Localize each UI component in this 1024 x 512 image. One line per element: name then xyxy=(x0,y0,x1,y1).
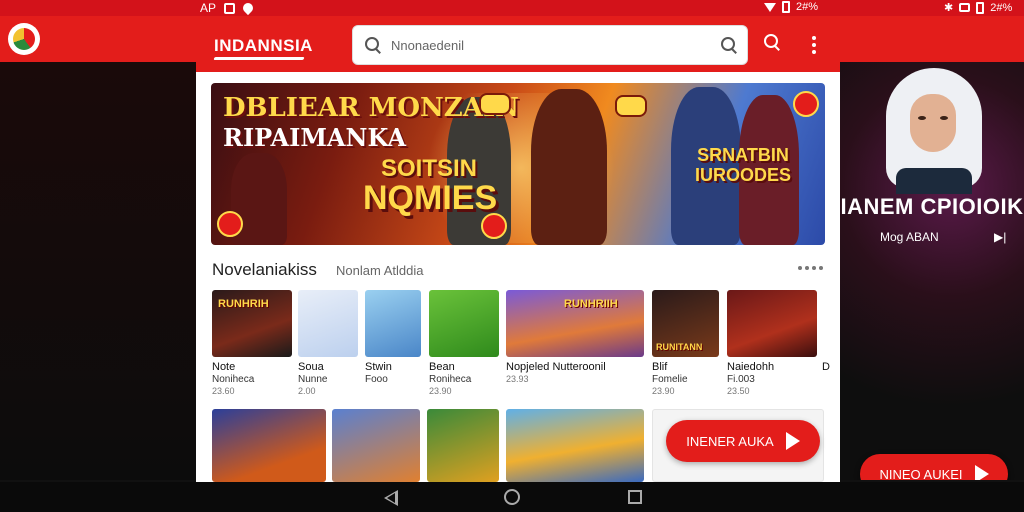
app-logo-icon[interactable] xyxy=(8,23,40,55)
status-carrier: AP xyxy=(200,1,217,15)
game-tile[interactable] xyxy=(332,409,420,482)
side-promo: IANEM CPIOIOIK Mog ABAN ▶| NINEO AUKEI xyxy=(840,62,1024,480)
battery-icon xyxy=(782,1,790,13)
game-name: Soua xyxy=(298,361,324,373)
game-name: Bean xyxy=(429,361,455,373)
search-icon xyxy=(365,37,381,53)
side-promo-title: IANEM CPIOIOIK xyxy=(840,194,1024,219)
side-promo-button-label: NINEO AUKEI xyxy=(879,466,963,481)
presenter-image xyxy=(886,68,982,194)
status-battery-text-right: 2#% xyxy=(990,1,1013,14)
speech-bubble-1 xyxy=(479,93,511,115)
game-tile[interactable] xyxy=(429,290,499,357)
app-window: INDANNSIA Nnonaedenil DBLIEAR MONZAIN RI… xyxy=(196,16,840,482)
status-bar: AP 2#% ✱ 2#% xyxy=(0,0,1024,16)
app-header: INDANNSIA Nnonaedenil xyxy=(196,16,840,72)
game-tile[interactable]: RUNITANN xyxy=(652,290,719,357)
side-promo-button[interactable]: NINEO AUKEI xyxy=(860,454,1008,480)
game-size: 23.90 xyxy=(429,386,452,396)
game-size: 23.93 xyxy=(506,374,529,384)
side-promo-subtitle: Mog ABAN xyxy=(880,230,939,244)
section-more-icon[interactable] xyxy=(798,266,823,270)
logo-swoosh xyxy=(213,57,305,60)
bluetooth-icon: ✱ xyxy=(944,2,954,14)
more-options-icon[interactable] xyxy=(812,36,816,54)
section-title: Novelaniakiss xyxy=(212,260,317,279)
banner-hero-3 xyxy=(531,89,607,245)
game-tile[interactable]: RUNHRIH xyxy=(212,290,292,357)
back-icon[interactable] xyxy=(384,490,398,506)
game-tile[interactable] xyxy=(365,290,421,357)
header-search-icon[interactable] xyxy=(764,34,780,50)
game-name: Note xyxy=(212,361,236,373)
banner-center-line2: NQMIES xyxy=(363,179,498,217)
home-icon[interactable] xyxy=(504,489,520,505)
game-subtitle: Fomelie xyxy=(652,374,688,385)
game-name: Nopjeled Nutteroonil xyxy=(506,361,606,373)
game-size: 2.00 xyxy=(298,386,316,396)
banner-title-line1: DBLIEAR MONZAIN xyxy=(223,93,519,123)
banner-right-text: SRNATBIN IUROODES xyxy=(695,145,791,185)
download-button[interactable]: INENER AUKA xyxy=(666,420,820,462)
game-name: Stwin xyxy=(365,361,392,373)
game-subtitle: Nunne xyxy=(298,374,328,385)
search-submit-icon[interactable] xyxy=(721,37,737,53)
side-promo-play-icon[interactable]: ▶| xyxy=(994,230,1006,244)
game-subtitle: Fi.003 xyxy=(727,374,755,385)
banner-right-line2: IUROODES xyxy=(695,165,792,185)
status-battery-text: 2#% xyxy=(796,1,819,13)
play-icon xyxy=(974,465,989,480)
game-tile[interactable] xyxy=(727,290,817,357)
play-icon xyxy=(785,432,800,450)
game-name: Blif xyxy=(652,361,668,373)
game-tile[interactable] xyxy=(427,409,499,482)
game-tile[interactable] xyxy=(212,409,326,482)
game-size: 23.60 xyxy=(212,386,235,396)
lock-icon xyxy=(959,3,971,12)
game-tile[interactable]: RUNHRIIH xyxy=(506,290,644,357)
game-size: 23.50 xyxy=(727,386,750,396)
game-subtitle: Noniheca xyxy=(212,374,255,385)
section-subtitle: Nonlam Atlddia xyxy=(336,263,424,278)
banner-badge-3 xyxy=(481,213,507,239)
notification-icon xyxy=(224,2,236,14)
banner-badge-1 xyxy=(217,211,243,237)
game-name: Naiedohh xyxy=(727,361,775,373)
location-icon xyxy=(240,0,256,16)
game-size: 23.90 xyxy=(652,386,675,396)
speech-bubble-2 xyxy=(615,95,647,117)
banner-badge-2 xyxy=(793,91,819,117)
battery-icon-right xyxy=(976,1,985,14)
recent-apps-icon[interactable] xyxy=(628,490,642,504)
search-placeholder: Nnonaedenil xyxy=(391,38,465,53)
featured-banner[interactable]: DBLIEAR MONZAIN RIPAIMANKA SOITSIN NQMIE… xyxy=(211,83,825,245)
search-input[interactable]: Nnonaedenil xyxy=(352,25,748,65)
banner-title-line2: RIPAIMANKA xyxy=(223,123,406,152)
game-subtitle: Fooo xyxy=(365,374,388,385)
game-tile[interactable] xyxy=(506,409,644,482)
wifi-icon xyxy=(764,2,776,12)
game-tile[interactable] xyxy=(298,290,358,357)
app-logo-text: INDANNSIA xyxy=(214,36,313,55)
game-name: D xyxy=(822,361,830,373)
navigation-bar xyxy=(0,482,1024,512)
game-subtitle: Roniheca xyxy=(429,374,472,385)
background-left xyxy=(0,62,196,480)
app-logo[interactable]: INDANNSIA xyxy=(213,36,313,60)
download-button-label: INENER AUKA xyxy=(686,433,774,449)
banner-right-line1: SRNATBIN xyxy=(697,145,789,165)
